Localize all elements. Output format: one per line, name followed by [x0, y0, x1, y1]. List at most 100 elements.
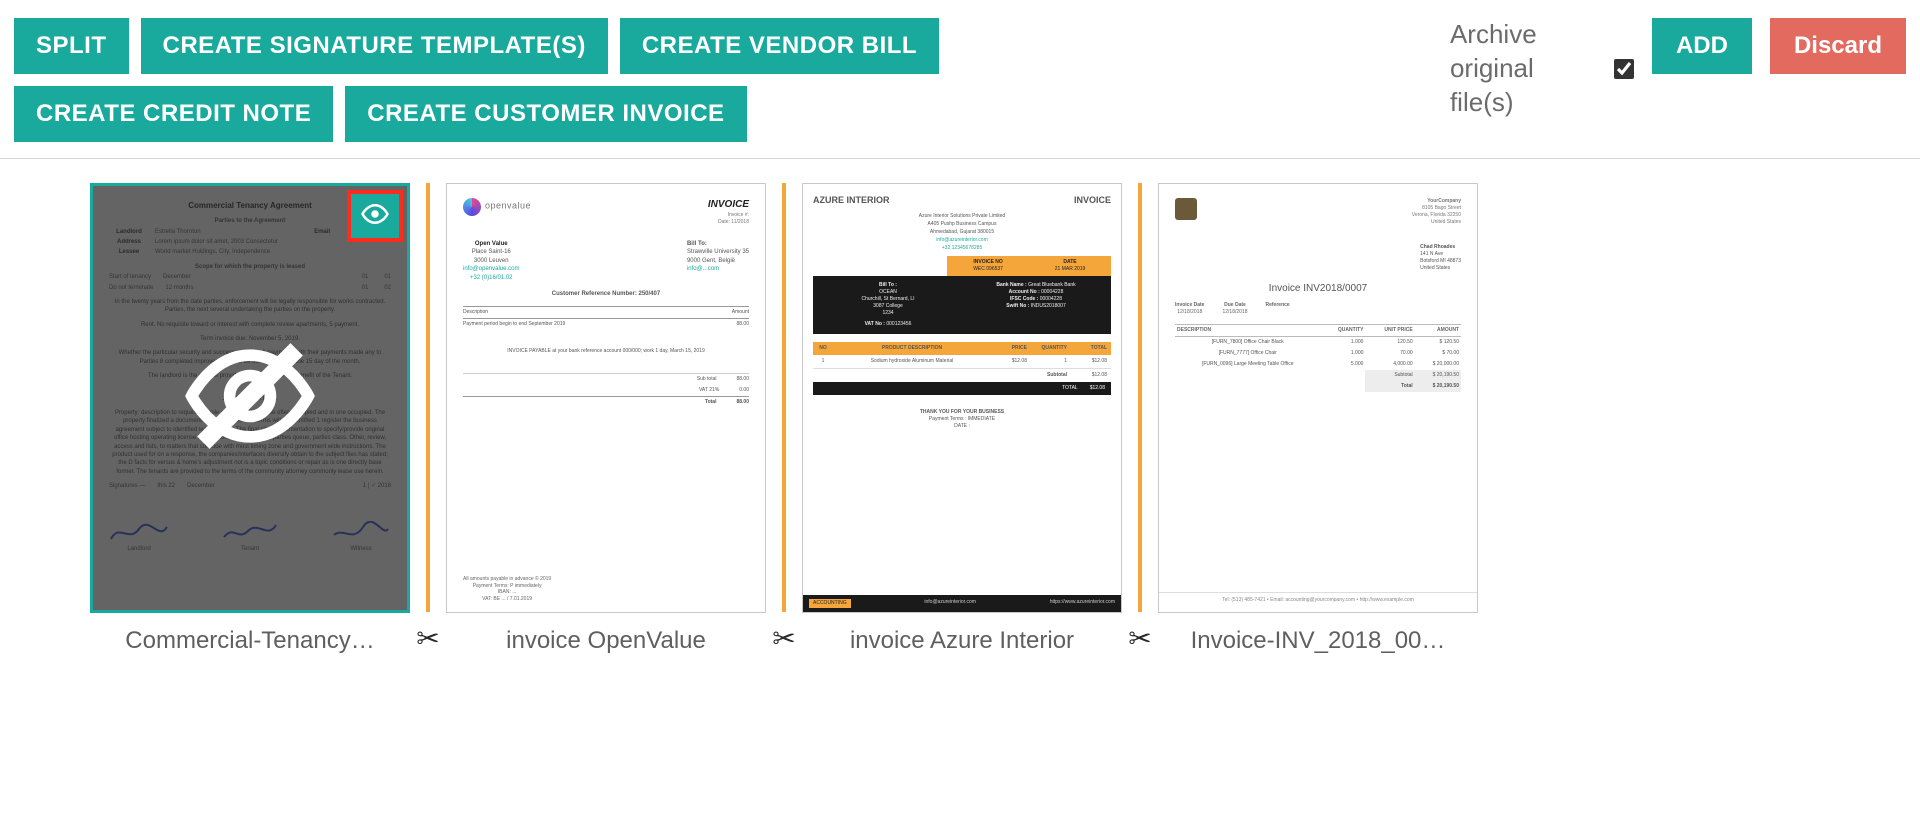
document-gallery: Commercial Tenancy Agreement Parties to …: [0, 159, 1920, 655]
bar-value: 21 MAR 2019: [1035, 266, 1105, 273]
bank-value: Great Bluebank Bank: [1028, 282, 1076, 288]
addr-line: Place Saint-16: [463, 248, 519, 256]
document-thumbnail[interactable]: AZURE INTERIORINVOICE Azure Interior Sol…: [802, 183, 1122, 613]
split-separator: ✂: [1122, 183, 1158, 655]
toggle-visibility-button[interactable]: [347, 190, 403, 242]
split-separator: ✂: [410, 183, 446, 655]
create-credit-note-button[interactable]: CREATE CREDIT NOTE: [14, 86, 333, 142]
bar-header: DATE: [1035, 259, 1105, 266]
invoice-label: INVOICE: [1074, 194, 1111, 207]
bar-header: INVOICE NO: [953, 259, 1023, 266]
archive-checkbox[interactable]: [1614, 59, 1634, 79]
add-button[interactable]: ADD: [1652, 18, 1752, 74]
document-thumbnail[interactable]: openvalue INVOICE Invoice #: Date: 11/20…: [446, 183, 766, 613]
addr-line: Strawville University 35: [687, 248, 749, 256]
cell: 1: [1031, 355, 1071, 368]
total-label: TOTAL: [1062, 385, 1078, 392]
document-caption: Invoice-INV_2018_00…: [1158, 627, 1478, 655]
cell: Payment period begin to end September 20…: [463, 321, 565, 328]
cell: $12.08: [1071, 355, 1111, 368]
footer-line: VAT: BE ... / 7.01.2019: [463, 596, 551, 603]
split-button[interactable]: SPLIT: [14, 18, 129, 74]
cell: 1.000: [1320, 337, 1365, 349]
scissors-icon[interactable]: ✂: [772, 622, 795, 655]
create-signature-template-button[interactable]: CREATE SIGNATURE TEMPLATE(S): [141, 18, 608, 74]
cell: 1.000: [1320, 348, 1365, 359]
cell: 88.00: [736, 321, 749, 328]
subtotal-label: Subtotal: [1011, 369, 1071, 382]
separator-line: [1138, 183, 1142, 612]
logo-icon: [1175, 198, 1197, 220]
cell: $ 120.50: [1415, 337, 1461, 349]
cell: [FURN_0096] Large Meeting Table Office: [1175, 359, 1320, 370]
archive-option: Archive original file(s): [1450, 18, 1634, 119]
brand: openvalue: [485, 201, 531, 211]
vat-label: VAT No :: [865, 321, 887, 327]
addr-line: Chad Rhoades: [1420, 244, 1461, 251]
addr-line: info@openvalue.com: [463, 265, 519, 273]
subtotal-value: $12.08: [1071, 369, 1111, 382]
bank-key: Swift No :: [1006, 303, 1029, 309]
document-thumbnail[interactable]: Commercial Tenancy Agreement Parties to …: [90, 183, 410, 613]
document-thumbnail[interactable]: YourCompany 8105 Bago Street Verona, Flo…: [1158, 183, 1478, 613]
toolbar: SPLIT CREATE SIGNATURE TEMPLATE(S) CREAT…: [0, 0, 1920, 146]
scissors-icon[interactable]: ✂: [1128, 622, 1151, 655]
addr-line: Azure Interior Solutions Private Limited: [813, 213, 1111, 220]
total-value: $12.08: [1090, 385, 1105, 392]
addr-line: Ahmedabad, Gujarat 380015: [813, 229, 1111, 236]
bank-value: INDUS2018007: [1031, 303, 1066, 309]
addr-line: 000123456: [886, 321, 911, 327]
document-tile[interactable]: Commercial Tenancy Agreement Parties to …: [90, 183, 410, 655]
cell: 5.000: [1320, 359, 1365, 370]
addr-line: info@azureinterior.com: [813, 237, 1111, 244]
addr-line: OCEAN: [819, 289, 957, 296]
addr-line: +32 12345678285: [813, 245, 1111, 252]
invoice-meta: Invoice #:: [708, 212, 749, 219]
addr-line: info@...com: [687, 265, 749, 273]
separator-line: [782, 183, 786, 612]
total-value: 0.00: [739, 387, 749, 394]
invoice-label: INVOICE: [708, 198, 749, 212]
reference: Customer Reference Number: 250/407: [463, 290, 749, 298]
meta-key: Invoice Date: [1175, 302, 1204, 309]
split-separator: ✂: [766, 183, 802, 655]
from-name: Open Value: [463, 240, 519, 248]
document-tile[interactable]: openvalue INVOICE Invoice #: Date: 11/20…: [446, 183, 766, 655]
total-label: Total: [1365, 381, 1414, 392]
document-caption: Commercial-Tenancy…: [90, 627, 410, 655]
addr-line: 9000 Gent, België: [687, 257, 749, 265]
cell: Sodium hydroxide Aluminum Material: [833, 355, 991, 368]
separator-line: [426, 183, 430, 612]
create-vendor-bill-button[interactable]: CREATE VENDOR BILL: [620, 18, 939, 74]
meta-key: Due Date: [1222, 302, 1247, 309]
col-header: Amount: [732, 309, 749, 316]
bank-key: IFSC Code :: [1010, 296, 1038, 302]
discard-button[interactable]: Discard: [1770, 18, 1906, 74]
meta-key: Reference: [1266, 302, 1290, 309]
billto-header: Bill To :: [819, 282, 957, 289]
document-caption: invoice OpenValue: [446, 627, 766, 655]
addr-line: +32 (0)16/01.02: [463, 274, 519, 282]
create-customer-invoice-button[interactable]: CREATE CUSTOMER INVOICE: [345, 86, 746, 142]
toolbar-right: Archive original file(s) ADD Discard: [1450, 18, 1906, 119]
col-header: PRICE: [991, 342, 1031, 355]
addr-line: Churchill, St Bernard, LI: [819, 296, 957, 303]
cell: 70.00: [1365, 348, 1414, 359]
footer-line: info@azureinterior.com: [924, 599, 976, 608]
bank-value: 00004228: [1041, 289, 1063, 295]
cell: [FURN_7800] Office Chair Black: [1175, 337, 1320, 349]
total-value: 88.00: [736, 376, 749, 383]
scissors-icon[interactable]: ✂: [416, 622, 439, 655]
thanks: THANK YOU FOR YOUR BUSINESS: [813, 409, 1111, 416]
total-label: Sub total: [697, 376, 717, 383]
action-button-group: SPLIT CREATE SIGNATURE TEMPLATE(S) CREAT…: [14, 18, 1074, 142]
document-tile[interactable]: AZURE INTERIORINVOICE Azure Interior Sol…: [802, 183, 1122, 655]
col-header: NO: [813, 342, 833, 355]
bank-key: Bank Name :: [996, 282, 1026, 288]
addr-line: 1234: [819, 310, 957, 317]
note: INVOICE PAYABLE at your bank reference a…: [463, 348, 749, 355]
invoice-title: Invoice INV2018/0007: [1175, 282, 1461, 296]
cell: 120.50: [1365, 337, 1414, 349]
document-tile[interactable]: YourCompany 8105 Bago Street Verona, Flo…: [1158, 183, 1478, 655]
col-header: QUANTITY: [1320, 325, 1365, 337]
